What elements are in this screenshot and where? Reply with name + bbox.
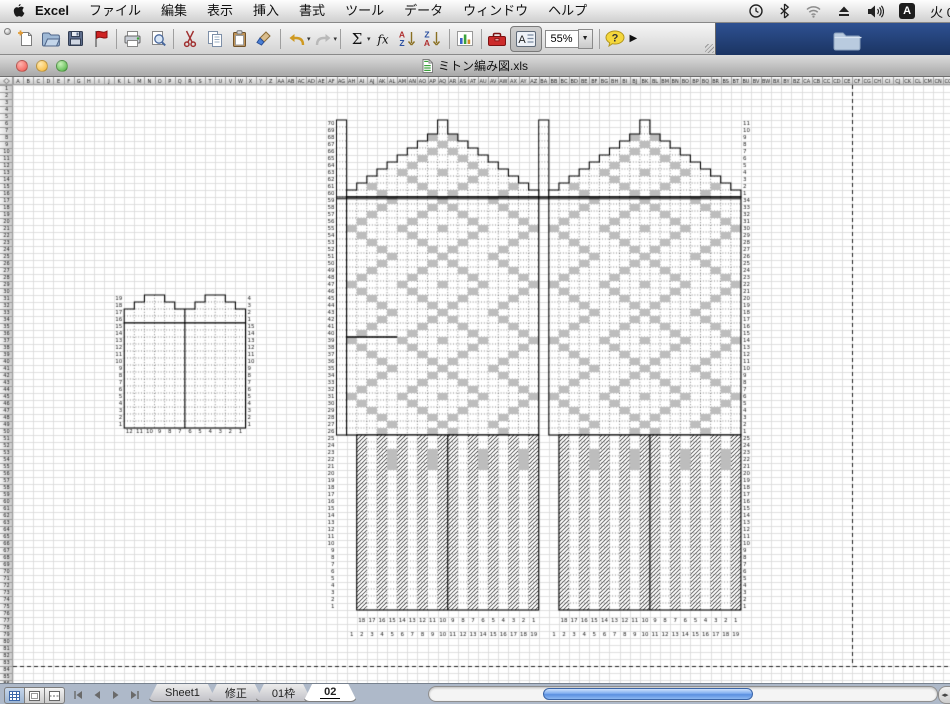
menu-item-window[interactable]: ウィンドウ — [453, 0, 538, 22]
zoom-dropdown-button[interactable]: ▼ — [577, 28, 593, 49]
horizontal-scrollbar-thumb[interactable] — [543, 688, 753, 700]
formatting-palette-button[interactable]: A — [509, 25, 542, 52]
redo-dropdown-arrow[interactable]: ▾ — [334, 35, 338, 43]
help-button[interactable]: ? — [603, 26, 628, 52]
window-title-bar[interactable]: ミトン編み図.xls — [0, 55, 950, 77]
sheet-tabs: Sheet1 修正 01枠 02 — [148, 684, 357, 704]
apple-logo — [13, 3, 25, 17]
toolbar-separator — [340, 28, 342, 49]
eject-icon[interactable] — [837, 4, 851, 18]
toolbar-handle[interactable] — [2, 25, 13, 53]
sheet-tab-sheet1[interactable]: Sheet1 — [148, 684, 217, 702]
toolbar-separator — [448, 28, 450, 49]
format-painter-button[interactable] — [252, 26, 277, 52]
menu-item-insert[interactable]: 挿入 — [243, 0, 289, 22]
svg-text:fx: fx — [376, 32, 388, 46]
insert-function-button[interactable]: fx — [371, 26, 396, 52]
toolbar-separator — [598, 28, 600, 49]
spreadsheet-canvas[interactable] — [0, 77, 950, 683]
toolbar-overflow-arrow[interactable]: ▶ — [630, 33, 638, 44]
new-document-button[interactable] — [13, 26, 38, 52]
menu-item-file[interactable]: ファイル — [79, 0, 151, 22]
page-layout-view-button[interactable] — [25, 687, 45, 704]
input-method-icon[interactable]: A — [899, 3, 916, 19]
toolbox-button[interactable] — [485, 26, 510, 52]
standard-toolbar: ▾ ▾ Σ ▾ fx AZ ZA A 55% ▼ ? ▶ — [0, 23, 716, 55]
toolbar-separator — [116, 28, 117, 49]
normal-view-button[interactable] — [4, 687, 25, 704]
svg-text:A: A — [518, 34, 526, 46]
menu-item-view[interactable]: 表示 — [197, 0, 243, 22]
sheet-tab-shusei[interactable]: 修正 — [208, 684, 264, 702]
menu-status-area: A 火 0 — [748, 2, 950, 21]
sort-ascending-button[interactable]: AZ — [396, 26, 421, 52]
volume-icon[interactable] — [866, 4, 885, 19]
redo-button[interactable] — [311, 26, 336, 52]
svg-text:A: A — [424, 38, 430, 48]
svg-text:Σ: Σ — [351, 30, 362, 48]
desktop-folder-icon[interactable] — [832, 27, 862, 57]
menu-item-excel[interactable]: Excel — [25, 0, 79, 22]
view-buttons — [4, 687, 65, 704]
menu-item-data[interactable]: データ — [394, 0, 453, 22]
svg-text:?: ? — [612, 32, 619, 44]
toolbar-separator — [280, 28, 281, 49]
print-preview-button[interactable] — [145, 26, 170, 52]
autosum-button[interactable]: Σ — [344, 26, 369, 52]
sheet-tab-scroll-buttons — [70, 687, 142, 702]
menu-clock[interactable]: 火 0 — [930, 2, 950, 21]
menu-item-format[interactable]: 書式 — [289, 0, 335, 22]
last-sheet-button[interactable] — [127, 687, 142, 702]
screen: Excel ファイル 編集 表示 挿入 書式 ツール データ ウィンドウ ヘルプ — [0, 0, 950, 704]
menu-bar: Excel ファイル 編集 表示 挿入 書式 ツール データ ウィンドウ ヘルプ — [0, 0, 950, 23]
sheet-tab-01waku[interactable]: 01枠 — [255, 684, 312, 702]
previous-sheet-button[interactable] — [89, 687, 104, 702]
apple-menu-icon[interactable] — [10, 3, 25, 20]
toolbar-separator — [173, 28, 174, 49]
chart-button[interactable] — [453, 26, 478, 52]
excel-document-icon — [422, 58, 433, 73]
print-button[interactable] — [120, 26, 145, 52]
window-title: ミトン編み図.xls — [0, 55, 950, 76]
wifi-icon[interactable] — [805, 4, 822, 18]
toolbar-resize-grip[interactable] — [705, 44, 714, 53]
time-machine-icon[interactable] — [748, 3, 764, 19]
flag-button[interactable] — [88, 26, 113, 52]
desktop-strip: ▾ ▾ Σ ▾ fx AZ ZA A 55% ▼ ? ▶ — [0, 23, 950, 55]
menu-item-edit[interactable]: 編集 — [151, 0, 197, 22]
toolbar-separator — [480, 28, 482, 49]
first-sheet-button[interactable] — [70, 687, 85, 702]
next-sheet-button[interactable] — [108, 687, 123, 702]
menu-item-help[interactable]: ヘルプ — [538, 0, 597, 22]
svg-text:Z: Z — [399, 38, 404, 48]
zoom-combo: 55% ▼ — [544, 28, 593, 49]
zoom-value-field[interactable]: 55% — [544, 29, 578, 48]
horizontal-scrollbar[interactable] — [428, 686, 938, 702]
paste-button[interactable] — [227, 26, 252, 52]
window-title-text: ミトン編み図.xls — [437, 59, 528, 73]
menu-item-tools[interactable]: ツール — [335, 0, 394, 22]
open-button[interactable] — [38, 26, 63, 52]
undo-button[interactable] — [284, 26, 309, 52]
bluetooth-icon[interactable] — [779, 3, 790, 19]
horizontal-scrollbar-arrows[interactable]: ◂▸ — [938, 686, 950, 704]
cut-button[interactable] — [177, 26, 202, 52]
sheet-tab-02-active[interactable]: 02 — [303, 684, 357, 702]
copy-button[interactable] — [202, 26, 227, 52]
page-break-view-button[interactable] — [45, 687, 65, 704]
bottom-bar: Sheet1 修正 01枠 02 ◂▸ — [0, 683, 950, 704]
sort-descending-button[interactable]: ZA — [421, 26, 446, 52]
save-button[interactable] — [63, 26, 88, 52]
